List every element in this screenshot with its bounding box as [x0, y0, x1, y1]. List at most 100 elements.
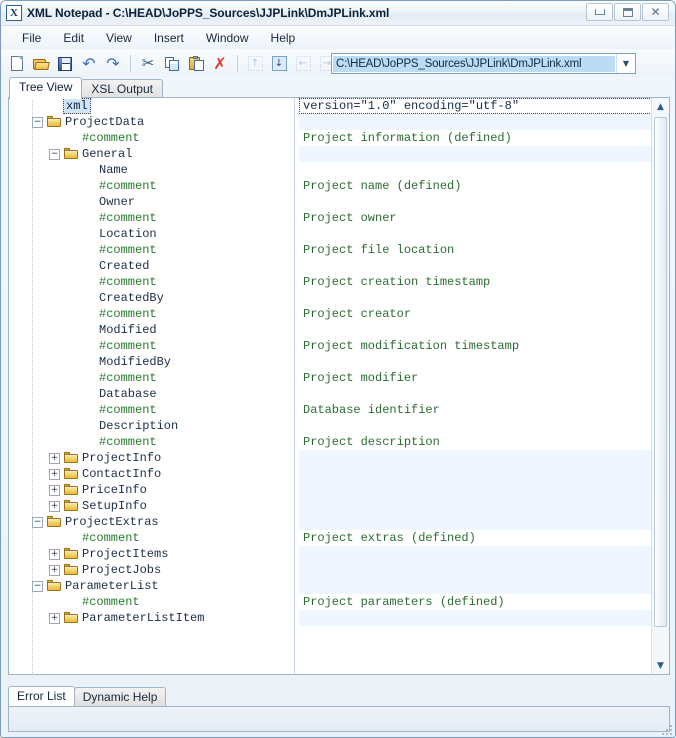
close-button[interactable]: ✕	[642, 3, 669, 21]
tree-row[interactable]: Description	[9, 418, 294, 434]
node-value-row[interactable]: Project extras (defined)	[299, 530, 652, 546]
tree-row[interactable]: Database	[9, 386, 294, 402]
expand-icon[interactable]: +	[49, 468, 60, 480]
delete-button[interactable]: ✗	[209, 53, 231, 75]
tree-row[interactable]: #comment	[9, 210, 294, 226]
node-value-row[interactable]: Database identifier	[299, 402, 652, 418]
tab-error-list[interactable]: Error List	[8, 686, 75, 707]
resize-grip[interactable]	[660, 723, 672, 735]
tree-row[interactable]: Owner	[9, 194, 294, 210]
node-value-row[interactable]: Project owner	[299, 210, 652, 226]
tree-row[interactable]: + PriceInfo	[9, 482, 294, 498]
tree-row[interactable]: #comment	[9, 130, 294, 146]
node-value-row[interactable]: Project name (defined)	[299, 178, 652, 194]
tab-tree-view[interactable]: Tree View	[9, 77, 83, 99]
tree-row[interactable]: #comment	[9, 370, 294, 386]
chevron-down-icon[interactable]: ▼	[616, 54, 635, 73]
xml-tree-view[interactable]: xml − ProjectData #comment − General Name #comm…	[9, 98, 295, 674]
tree-row[interactable]: #comment	[9, 434, 294, 450]
expand-icon[interactable]: +	[49, 484, 60, 496]
menu-item-help[interactable]: Help	[260, 29, 307, 47]
tree-row[interactable]: + ContactInfo	[9, 466, 294, 482]
node-value-row[interactable]	[299, 498, 652, 514]
scroll-down-button[interactable]: ▼	[652, 657, 669, 674]
node-value-row[interactable]	[299, 290, 652, 306]
menu-item-file[interactable]: File	[11, 29, 52, 47]
tree-row[interactable]: Modified	[9, 322, 294, 338]
tree-row[interactable]: #comment	[9, 594, 294, 610]
tree-row[interactable]: #comment	[9, 178, 294, 194]
node-value-row[interactable]	[299, 546, 652, 562]
node-value-row[interactable]: Project modifier	[299, 370, 652, 386]
collapse-icon[interactable]: −	[49, 148, 60, 160]
node-value-row[interactable]	[299, 482, 652, 498]
expand-icon[interactable]: +	[49, 452, 60, 464]
tree-row[interactable]: + ProjectJobs	[9, 562, 294, 578]
save-button[interactable]	[54, 53, 76, 75]
node-value-row[interactable]	[299, 322, 652, 338]
menu-item-insert[interactable]: Insert	[143, 29, 195, 47]
node-value-row[interactable]: Project creation timestamp	[299, 274, 652, 290]
node-value-row[interactable]	[299, 610, 652, 626]
expand-icon[interactable]: +	[49, 548, 60, 560]
value-pane-scrollbar[interactable]: ▲ ▼	[651, 98, 669, 674]
node-value-row[interactable]	[299, 578, 652, 594]
minimize-button[interactable]	[586, 3, 613, 21]
tree-row[interactable]: Created	[9, 258, 294, 274]
node-value-row[interactable]	[299, 354, 652, 370]
tree-row[interactable]: + ProjectInfo	[9, 450, 294, 466]
node-value-row[interactable]	[299, 418, 652, 434]
node-value-row[interactable]	[299, 162, 652, 178]
tree-row[interactable]: + SetupInfo	[9, 498, 294, 514]
node-value-row[interactable]	[299, 386, 652, 402]
node-value-row[interactable]: Project creator	[299, 306, 652, 322]
node-value-row[interactable]	[299, 146, 652, 162]
node-value-row[interactable]: Project description	[299, 434, 652, 450]
node-value-row[interactable]: Project modification timestamp	[299, 338, 652, 354]
tree-row[interactable]: − ProjectExtras	[9, 514, 294, 530]
node-value-row[interactable]	[299, 226, 652, 242]
tree-row[interactable]: − ProjectData	[9, 114, 294, 130]
expand-icon[interactable]: +	[49, 500, 60, 512]
tree-row[interactable]: #comment	[9, 274, 294, 290]
promote-button[interactable]: ←	[292, 53, 314, 75]
scroll-up-button[interactable]: ▲	[652, 98, 669, 115]
collapse-icon[interactable]: −	[32, 116, 43, 128]
tree-row[interactable]: ModifiedBy	[9, 354, 294, 370]
expand-icon[interactable]: +	[49, 612, 60, 624]
tree-row[interactable]: − General	[9, 146, 294, 162]
collapse-icon[interactable]: −	[32, 580, 43, 592]
open-button[interactable]	[30, 53, 52, 75]
node-value-row[interactable]	[299, 194, 652, 210]
new-button[interactable]	[6, 53, 28, 75]
redo-button[interactable]: ↷	[102, 53, 124, 75]
node-value-row[interactable]: Project information (defined)	[299, 130, 652, 146]
tree-row[interactable]: xml	[9, 98, 294, 114]
menu-item-edit[interactable]: Edit	[52, 29, 95, 47]
node-value-row[interactable]	[299, 514, 652, 530]
node-value-row[interactable]	[299, 466, 652, 482]
node-value-row[interactable]	[299, 114, 652, 130]
tree-row[interactable]: #comment	[9, 530, 294, 546]
paste-button[interactable]	[185, 53, 207, 75]
maximize-button[interactable]	[614, 3, 641, 21]
tree-row[interactable]: Location	[9, 226, 294, 242]
tree-row[interactable]: #comment	[9, 306, 294, 322]
copy-button[interactable]	[161, 53, 183, 75]
node-value-row[interactable]: Project file location	[299, 242, 652, 258]
file-path-input[interactable]: C:\HEAD\JoPPS_Sources\JJPLink\DmJPLink.x…	[333, 55, 615, 72]
cut-button[interactable]: ✂	[137, 53, 159, 75]
move-down-button[interactable]: ↓	[268, 53, 290, 75]
undo-button[interactable]: ↶	[78, 53, 100, 75]
tree-row[interactable]: #comment	[9, 402, 294, 418]
tree-row[interactable]: #comment	[9, 338, 294, 354]
expand-icon[interactable]: +	[49, 564, 60, 576]
node-value-row[interactable]	[299, 450, 652, 466]
node-value-row[interactable]: Project parameters (defined)	[299, 594, 652, 610]
tree-row[interactable]: CreatedBy	[9, 290, 294, 306]
tree-row[interactable]: + ParameterListItem	[9, 610, 294, 626]
tab-xsl-output[interactable]: XSL Output	[81, 79, 163, 99]
tree-row[interactable]: − ParameterList	[9, 578, 294, 594]
scrollbar-thumb[interactable]	[654, 117, 667, 627]
menu-item-window[interactable]: Window	[195, 29, 260, 47]
